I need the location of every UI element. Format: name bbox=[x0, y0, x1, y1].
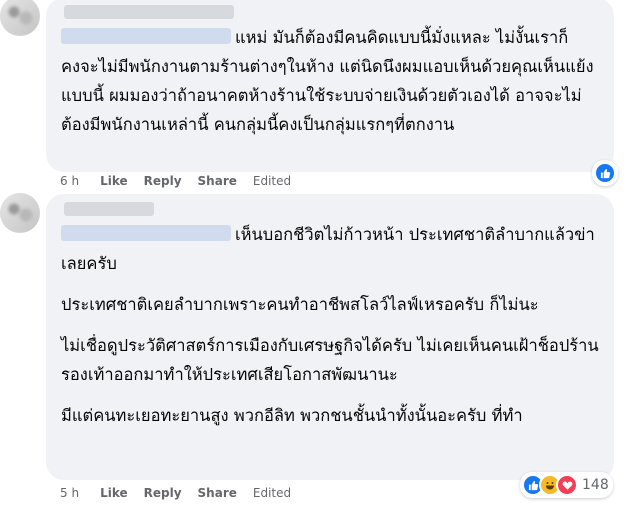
edited-label[interactable]: Edited bbox=[253, 174, 291, 188]
reaction-summary[interactable] bbox=[592, 160, 618, 186]
like-button[interactable]: Like bbox=[100, 486, 128, 500]
edited-label[interactable]: Edited bbox=[253, 486, 291, 500]
mention-redacted[interactable] bbox=[61, 28, 231, 44]
share-button[interactable]: Share bbox=[198, 486, 237, 500]
mention-redacted[interactable] bbox=[61, 225, 231, 241]
avatar[interactable] bbox=[0, 0, 40, 36]
share-button[interactable]: Share bbox=[198, 174, 237, 188]
reaction-count: 148 bbox=[582, 477, 609, 493]
comment-bubble: เห็นบอกชีวิตไม่ก้าวหน้า ประเทศชาติลำบากแ… bbox=[46, 194, 614, 480]
author-name-redacted[interactable] bbox=[64, 5, 234, 19]
comment-paragraph: ไม่เชื่อดูประวัติศาสตร์การเมืองกับเศรษฐก… bbox=[61, 336, 599, 384]
timestamp[interactable]: 5 h bbox=[60, 486, 79, 500]
reaction-summary[interactable]: 148 bbox=[520, 472, 613, 498]
comment-bubble: แหม่ มันก็ต้องมีคนคิดแบบนี้มั่งแหละ ไม่ง… bbox=[46, 0, 614, 172]
like-icon bbox=[594, 162, 616, 184]
comment-text: เห็นบอกชีวิตไม่ก้าวหน้า ประเทศชาติลำบากแ… bbox=[61, 220, 602, 430]
author-name-redacted[interactable] bbox=[64, 202, 154, 216]
love-icon bbox=[556, 474, 578, 496]
comment-paragraph: มีแต่คนทะเยอทะยานสูง พวกอีลิท พวกชนชั้นน… bbox=[61, 406, 523, 425]
comment-actions: 6 h Like Reply Share Edited bbox=[60, 172, 307, 190]
like-button[interactable]: Like bbox=[100, 174, 128, 188]
comment-text: แหม่ มันก็ต้องมีคนคิดแบบนี้มั่งแหละ ไม่ง… bbox=[61, 23, 602, 139]
avatar[interactable] bbox=[0, 193, 40, 233]
timestamp[interactable]: 6 h bbox=[60, 174, 79, 188]
comment-actions: 5 h Like Reply Share Edited bbox=[60, 484, 307, 502]
comment-paragraph: ประเทศชาติเคยลำบากเพราะคนทำอาชีพสโลว์ไลฟ… bbox=[61, 295, 539, 314]
reply-button[interactable]: Reply bbox=[144, 174, 182, 188]
reply-button[interactable]: Reply bbox=[144, 486, 182, 500]
